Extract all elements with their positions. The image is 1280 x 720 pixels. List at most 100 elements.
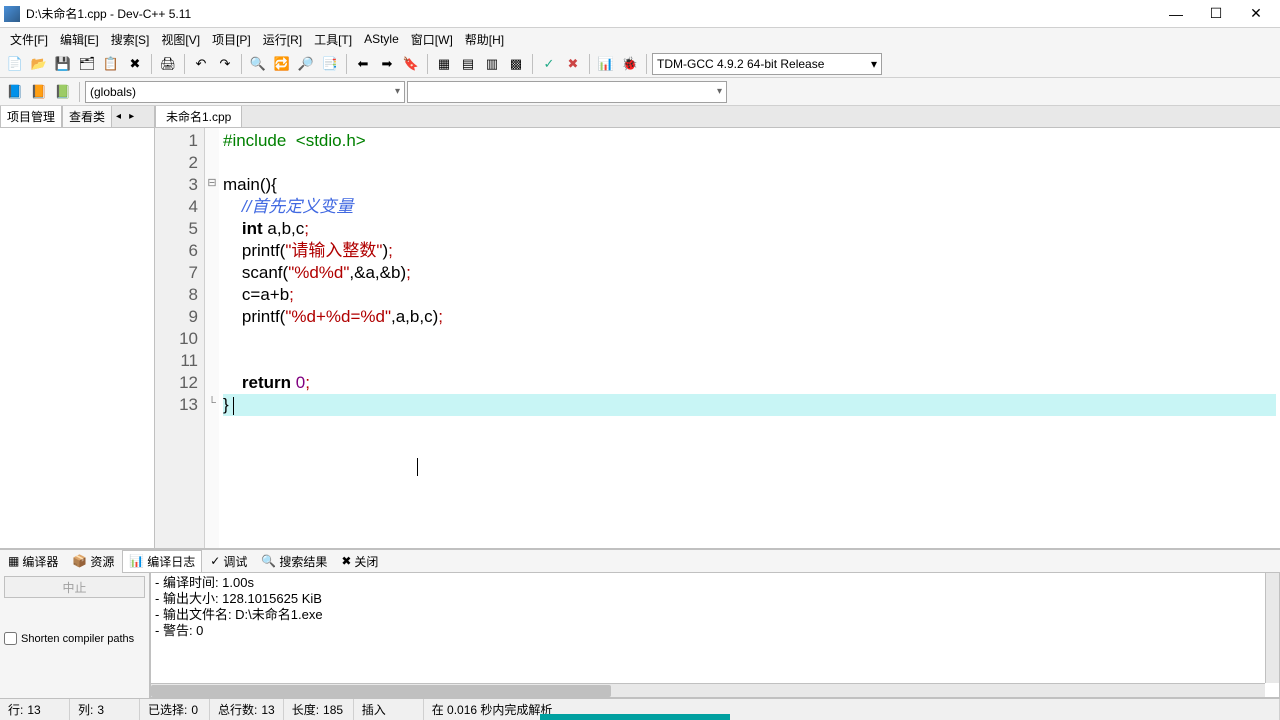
tab-icon: ✖ xyxy=(341,554,351,568)
tab-label: 编译日志 xyxy=(147,553,195,570)
tab-nav-right[interactable]: ▸ xyxy=(125,111,138,122)
menubar: 文件[F]编辑[E]搜索[S]视图[V]项目[P]运行[R]工具[T]AStyl… xyxy=(0,28,1280,50)
menu-item[interactable]: 运行[R] xyxy=(257,29,308,50)
titlebar: D:\未命名1.cpp - Dev-C++ 5.11 — ☐ ✕ xyxy=(0,0,1280,28)
sidebar-tab-classes[interactable]: 查看类 xyxy=(62,106,112,128)
grid2-button[interactable]: ▤ xyxy=(457,53,479,75)
undo-button[interactable]: ↶ xyxy=(190,53,212,75)
close-file-button[interactable]: ✖ xyxy=(124,53,146,75)
compile-output[interactable]: - 编译时间: 1.00s- 输出大小: 128.1015625 KiB- 输出… xyxy=(150,572,1280,698)
main-area: 项目管理 查看类 ◂ ▸ 未命名1.cpp 12345678910111213 … xyxy=(0,106,1280,548)
function-combo[interactable]: ▾ xyxy=(407,81,727,103)
horizontal-scrollbar[interactable] xyxy=(151,683,1265,697)
compile-button[interactable]: ✓ xyxy=(538,53,560,75)
shorten-paths-input[interactable] xyxy=(4,632,17,645)
menu-item[interactable]: 工具[T] xyxy=(308,29,358,50)
menu-item[interactable]: AStyle xyxy=(358,30,405,48)
secondary-toolbar: 📘 📙 📗 (globals) ▾ ▾ xyxy=(0,78,1280,106)
app-icon xyxy=(4,6,20,22)
bottom-tab[interactable]: ✓调试 xyxy=(204,551,253,572)
scrollbar-thumb[interactable] xyxy=(151,685,611,697)
bottom-tab[interactable]: ✖关闭 xyxy=(335,551,384,572)
compiler-select-value: TDM-GCC 4.9.2 64-bit Release xyxy=(657,57,824,71)
save-button[interactable]: 💾 xyxy=(52,53,74,75)
menu-item[interactable]: 视图[V] xyxy=(155,29,206,50)
grid4-button[interactable]: ▩ xyxy=(505,53,527,75)
tab-nav-left[interactable]: ◂ xyxy=(112,111,125,122)
stop-compile-button[interactable]: ✖ xyxy=(562,53,584,75)
menu-item[interactable]: 项目[P] xyxy=(206,29,257,50)
status-length: 长度: 185 xyxy=(284,699,354,720)
minimize-button[interactable]: — xyxy=(1156,2,1196,26)
status-parse-value: 在 0.016 秒内完成解析 xyxy=(432,701,553,718)
shorten-paths-checkbox[interactable]: Shorten compiler paths xyxy=(4,632,145,645)
find-button[interactable]: 🔍 xyxy=(247,53,269,75)
goto-button[interactable]: 📑 xyxy=(319,53,341,75)
tab-icon: 📦 xyxy=(72,554,87,568)
nav-fwd-button[interactable]: ➡ xyxy=(376,53,398,75)
window-title: D:\未命名1.cpp - Dev-C++ 5.11 xyxy=(26,5,1156,22)
compiler-select[interactable]: TDM-GCC 4.9.2 64-bit Release ▾ xyxy=(652,53,882,75)
editor-tab-file[interactable]: 未命名1.cpp xyxy=(155,106,242,128)
vertical-scrollbar[interactable] xyxy=(1265,573,1279,683)
scope-combo[interactable]: (globals) ▾ xyxy=(85,81,405,103)
status-insert-mode: 插入 xyxy=(354,699,424,720)
print-button[interactable]: 🖨 xyxy=(157,53,179,75)
abort-button[interactable]: 中止 xyxy=(4,576,145,598)
new-file-button[interactable]: 📄 xyxy=(4,53,26,75)
separator xyxy=(589,54,590,74)
bottom-tab[interactable]: 📦资源 xyxy=(66,551,120,572)
close-window-button[interactable]: ✕ xyxy=(1236,2,1276,26)
status-sel-label: 已选择: xyxy=(148,701,187,718)
tab-icon: ✓ xyxy=(210,554,220,568)
editor-panel: 未命名1.cpp 12345678910111213 ⊟ └ #include … xyxy=(155,106,1280,548)
chevron-down-icon: ▾ xyxy=(871,57,877,71)
menu-item[interactable]: 文件[F] xyxy=(4,29,54,50)
insert-button[interactable]: 📙 xyxy=(28,81,50,103)
save-as-button[interactable]: 📋 xyxy=(100,53,122,75)
code-text[interactable]: #include <stdio.h>main(){ //首先定义变量 int a… xyxy=(219,128,1280,548)
status-total-label: 总行数: xyxy=(218,701,257,718)
status-total-value: 13 xyxy=(261,703,274,717)
tab-label: 编译器 xyxy=(22,553,58,570)
bottom-tab[interactable]: ▦编译器 xyxy=(2,551,64,572)
sidebar-tab-project[interactable]: 项目管理 xyxy=(0,106,62,128)
fold-column[interactable]: ⊟ └ xyxy=(205,128,219,548)
separator xyxy=(184,54,185,74)
bottom-tab[interactable]: 🔍搜索结果 xyxy=(255,551,333,572)
menu-item[interactable]: 搜索[S] xyxy=(105,29,156,50)
debug-button[interactable]: 🐞 xyxy=(619,53,641,75)
scope-combo-value: (globals) xyxy=(90,85,136,99)
bottom-tabs: ▦编译器📦资源📊编译日志✓调试🔍搜索结果✖关闭 xyxy=(0,550,1280,572)
separator xyxy=(646,54,647,74)
status-col-value: 3 xyxy=(97,703,104,717)
nav-back-button[interactable]: ⬅ xyxy=(352,53,374,75)
status-selected: 已选择: 0 xyxy=(140,699,210,720)
save-all-button[interactable]: 🗂 xyxy=(76,53,98,75)
profile-button[interactable]: 📊 xyxy=(595,53,617,75)
editor-tabs: 未命名1.cpp xyxy=(155,106,1280,128)
secondary-caret xyxy=(417,458,418,476)
bottom-tab[interactable]: 📊编译日志 xyxy=(122,550,202,573)
menu-item[interactable]: 帮助[H] xyxy=(459,29,510,50)
menu-item[interactable]: 窗口[W] xyxy=(405,29,459,50)
grid1-button[interactable]: ▦ xyxy=(433,53,455,75)
code-editor[interactable]: 12345678910111213 ⊟ └ #include <stdio.h>… xyxy=(155,128,1280,548)
status-line-value: 13 xyxy=(27,703,40,717)
separator xyxy=(427,54,428,74)
bookmark-button[interactable]: 🔖 xyxy=(400,53,422,75)
redo-button[interactable]: ↷ xyxy=(214,53,236,75)
open-file-button[interactable]: 📂 xyxy=(28,53,50,75)
tab-label: 搜索结果 xyxy=(279,553,327,570)
replace-button[interactable]: 🔁 xyxy=(271,53,293,75)
maximize-button[interactable]: ☐ xyxy=(1196,2,1236,26)
line-gutter: 12345678910111213 xyxy=(155,128,205,548)
find-in-files-button[interactable]: 🔎 xyxy=(295,53,317,75)
toggle-button[interactable]: 📗 xyxy=(52,81,74,103)
tab-icon: 📊 xyxy=(129,554,144,568)
sidebar-tabs: 项目管理 查看类 ◂ ▸ xyxy=(0,106,154,128)
menu-item[interactable]: 编辑[E] xyxy=(54,29,105,50)
grid3-button[interactable]: ▥ xyxy=(481,53,503,75)
tab-label: 关闭 xyxy=(354,553,378,570)
new-project-button[interactable]: 📘 xyxy=(4,81,26,103)
